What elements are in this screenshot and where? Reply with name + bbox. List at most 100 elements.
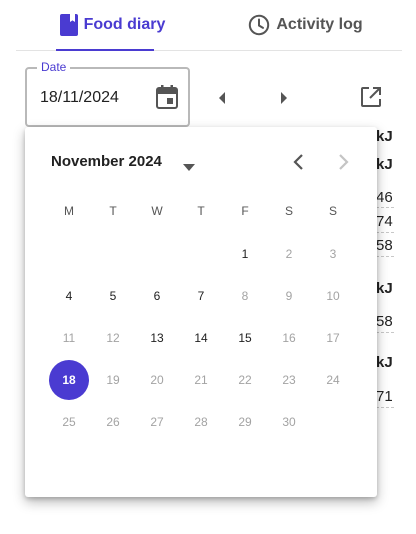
- calendar-day-number: 17: [326, 331, 340, 345]
- weekday-label: T: [109, 204, 117, 218]
- calendar-day-number: 9: [285, 289, 293, 303]
- previous-day-icon[interactable]: [216, 90, 228, 106]
- calendar-week-row: 18 19 20 21 22 23 24: [47, 359, 355, 401]
- clock-icon: [248, 14, 270, 36]
- calendar-day-disabled: 16: [267, 317, 311, 359]
- calendar-day-number: 18: [62, 373, 76, 387]
- tab-bar: Food diary Activity log: [16, 0, 402, 51]
- calendar-day-disabled: 22: [223, 359, 267, 401]
- calendar-day-disabled: 17: [311, 317, 355, 359]
- month-year-label[interactable]: November 2024: [51, 153, 162, 170]
- calendar-day-number: 22: [238, 373, 252, 387]
- calendar-day-disabled: 21: [179, 359, 223, 401]
- background-value: 58: [376, 237, 393, 254]
- calendar-day-number: 7: [197, 289, 205, 303]
- active-tab-indicator: [56, 49, 154, 51]
- calendar-day-number: 10: [326, 289, 340, 303]
- calendar-day-disabled: 2: [267, 233, 311, 275]
- calendar-day-number: 5: [109, 289, 117, 303]
- weekday-label: S: [328, 204, 337, 218]
- calendar-day-number: 13: [150, 331, 164, 345]
- calendar-day-disabled: 3: [311, 233, 355, 275]
- calendar-day-disabled: 29: [223, 401, 267, 443]
- calendar-day-number: 11: [62, 331, 76, 345]
- background-divider: [376, 232, 394, 233]
- calendar-day-number: 1: [241, 247, 249, 261]
- background-divider: [376, 407, 394, 408]
- background-energy-unit: kJ: [376, 156, 393, 173]
- calendar-day-number: 26: [106, 415, 120, 429]
- calendar-day-number: 23: [282, 373, 296, 387]
- calendar-day-number: 4: [65, 289, 73, 303]
- calendar-day-number: 8: [241, 289, 249, 303]
- background-energy-unit: kJ: [376, 128, 393, 145]
- calendar-empty-cell: [179, 233, 223, 275]
- calendar-icon[interactable]: [156, 85, 178, 114]
- calendar-day-selected[interactable]: 18: [47, 359, 91, 401]
- calendar-day-number: 6: [153, 289, 161, 303]
- calendar-day-number: 29: [238, 415, 252, 429]
- date-field-value[interactable]: 18/11/2024: [40, 89, 119, 107]
- calendar-day-disabled: 25: [47, 401, 91, 443]
- calendar-week-row: 11 12 13 14 15 16 17: [47, 317, 355, 359]
- calendar-empty-cell: [135, 233, 179, 275]
- calendar-day-disabled: 8: [223, 275, 267, 317]
- calendar-day[interactable]: 5: [91, 275, 135, 317]
- calendar-week-row: 25 26 27 28 29 30: [47, 401, 355, 443]
- calendar-day-disabled: 23: [267, 359, 311, 401]
- calendar-day-disabled: 11: [47, 317, 91, 359]
- calendar-day-number: 14: [194, 331, 208, 345]
- calendar-week-row: 4 5 6 7 8 9 10: [47, 275, 355, 317]
- calendar-week-row: 1 2 3: [47, 233, 355, 275]
- previous-month-icon[interactable]: [291, 153, 307, 176]
- background-energy-unit: kJ: [376, 280, 393, 297]
- tab-food-diary[interactable]: Food diary: [16, 0, 209, 51]
- calendar-day[interactable]: 6: [135, 275, 179, 317]
- background-divider: [376, 332, 394, 333]
- calendar-day[interactable]: 13: [135, 317, 179, 359]
- calendar-day-number: 3: [329, 247, 337, 261]
- weekday-label: F: [241, 204, 249, 218]
- tab-food-diary-label: Food diary: [83, 16, 166, 33]
- weekday-label: T: [197, 204, 205, 218]
- next-day-icon[interactable]: [278, 90, 290, 106]
- calendar-day-disabled: 28: [179, 401, 223, 443]
- calendar-day-number: 28: [194, 415, 208, 429]
- weekday-label: W: [151, 204, 163, 218]
- calendar-day-number: 27: [150, 415, 164, 429]
- calendar-day-number: 2: [285, 247, 293, 261]
- background-value: 58: [376, 313, 393, 330]
- background-value: 74: [376, 213, 393, 230]
- calendar-day[interactable]: 15: [223, 317, 267, 359]
- weekday-header: MTWTFSS: [47, 204, 355, 218]
- calendar-grid: 1 2 3 4 5 6 7 8 9 10 11 12 13 14 15 16 17 18 19 20 21 22 23 24 2…: [47, 233, 355, 443]
- calendar-day-disabled: 12: [91, 317, 135, 359]
- calendar-day-disabled: 9: [267, 275, 311, 317]
- next-month-icon: [335, 153, 351, 176]
- calendar-day-disabled: 10: [311, 275, 355, 317]
- calendar-day-number: 15: [238, 331, 252, 345]
- calendar-day-number: 30: [282, 415, 296, 429]
- background-energy-unit: kJ: [376, 354, 393, 371]
- calendar-day[interactable]: 4: [47, 275, 91, 317]
- calendar-day[interactable]: 14: [179, 317, 223, 359]
- calendar-day-disabled: 20: [135, 359, 179, 401]
- month-dropdown-icon[interactable]: [183, 158, 195, 176]
- background-divider: [376, 256, 394, 257]
- background-value: 71: [376, 388, 393, 405]
- tab-activity-log[interactable]: Activity log: [209, 0, 402, 50]
- calendar-day[interactable]: 1: [223, 233, 267, 275]
- calendar-day-number: 25: [62, 415, 76, 429]
- background-value: 46: [376, 189, 393, 206]
- date-field[interactable]: Date 18/11/2024: [25, 60, 190, 127]
- calendar-day-disabled: 24: [311, 359, 355, 401]
- calendar-empty-cell: [91, 233, 135, 275]
- calendar-day-number: 20: [150, 373, 164, 387]
- calendar-day[interactable]: 7: [179, 275, 223, 317]
- calendar-empty-cell: [311, 401, 355, 443]
- calendar-empty-cell: [47, 233, 91, 275]
- calendar-day-number: 16: [282, 331, 296, 345]
- calendar-day-number: 12: [106, 331, 120, 345]
- calendar-day-number: 24: [326, 373, 340, 387]
- open-in-new-icon[interactable]: [359, 85, 383, 114]
